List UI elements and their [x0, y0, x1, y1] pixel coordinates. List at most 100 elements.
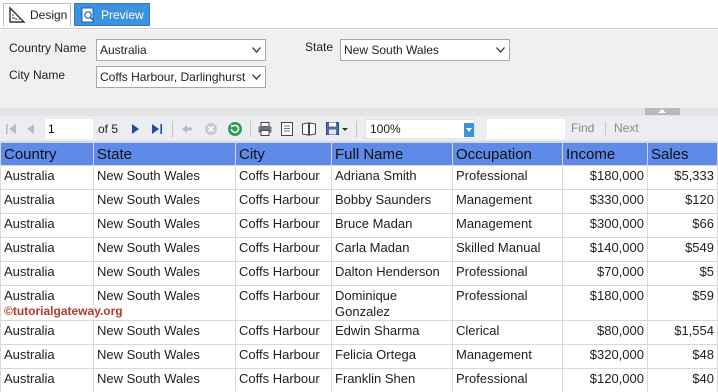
- zoom-dropdown-arrow[interactable]: [464, 123, 474, 137]
- table-cell: Management: [452, 189, 563, 214]
- table-cell: Coffs Harbour: [235, 368, 332, 392]
- country-name-dropdown[interactable]: Australia: [96, 39, 266, 61]
- table-cell: Dominique Gonzalez: [331, 285, 453, 321]
- state-dropdown[interactable]: New South Wales: [340, 39, 510, 61]
- zoom-dropdown[interactable]: 100%: [365, 119, 475, 139]
- table-cell: Coffs Harbour: [235, 237, 332, 262]
- table-cell: Professional: [452, 285, 563, 321]
- country-name-value: Australia: [100, 43, 147, 57]
- table-cell: Professional: [452, 261, 563, 286]
- table-cell: Australia: [0, 368, 94, 392]
- page-count-text: of 5: [98, 122, 119, 136]
- next-page-button[interactable]: [126, 120, 144, 138]
- page-setup-button[interactable]: [300, 120, 318, 138]
- column-header[interactable]: Full Name: [331, 142, 453, 166]
- table-cell: Management: [452, 213, 563, 238]
- back-arrow-icon: [182, 125, 192, 133]
- refresh-button[interactable]: [226, 120, 244, 138]
- table-cell: Carla Madan: [331, 237, 453, 262]
- last-page-button[interactable]: [148, 120, 166, 138]
- next-link[interactable]: Next: [614, 121, 639, 135]
- table-cell: $5,333: [647, 165, 718, 190]
- table-cell: $330,000: [562, 189, 648, 214]
- table-cell: $1,554: [647, 320, 718, 345]
- toolbar-separator: [250, 121, 251, 137]
- table-cell: New South Wales: [93, 368, 236, 392]
- print-layout-button[interactable]: [278, 120, 296, 138]
- tab-preview-label: Preview: [101, 7, 144, 22]
- table-cell: Management: [452, 344, 563, 369]
- last-page-icon: [152, 124, 162, 134]
- find-text-input[interactable]: [487, 119, 565, 139]
- table-cell: $5: [647, 261, 718, 286]
- table-cell: $320,000: [562, 344, 648, 369]
- parameter-panel: Country Name Australia State New South W…: [0, 30, 718, 108]
- table-cell: Professional: [452, 368, 563, 392]
- report-toolbar: of 5 100% Find Next: [0, 116, 718, 142]
- table-row: Australia New South Wales Coffs Harbour …: [0, 189, 718, 214]
- table-cell: Australia: [0, 189, 94, 214]
- stop-button[interactable]: [202, 120, 220, 138]
- find-link[interactable]: Find: [571, 121, 594, 135]
- next-page-icon: [132, 124, 139, 134]
- column-header[interactable]: City: [235, 142, 332, 166]
- table-cell: $180,000: [562, 285, 648, 321]
- table-cell: Dalton Henderson: [331, 261, 453, 286]
- export-button[interactable]: [324, 120, 350, 138]
- table-cell: New South Wales: [93, 165, 236, 190]
- chevron-down-icon: [496, 47, 505, 53]
- table-cell: Australia: [0, 344, 94, 369]
- column-header[interactable]: Country: [0, 142, 94, 166]
- table-cell: Adriana Smith: [331, 165, 453, 190]
- city-name-label: City Name: [9, 68, 66, 82]
- zoom-value: 100%: [370, 122, 401, 136]
- table-cell: New South Wales: [93, 237, 236, 262]
- table-cell: $300,000: [562, 213, 648, 238]
- table-cell: Bobby Saunders: [331, 189, 453, 214]
- preview-page-icon: [79, 6, 97, 24]
- table-cell: Coffs Harbour: [235, 344, 332, 369]
- toolbar-separator: [605, 122, 606, 135]
- table-cell: Skilled Manual: [452, 237, 563, 262]
- table-cell: Coffs Harbour: [235, 261, 332, 286]
- toolbar-separator: [172, 121, 173, 137]
- tab-design[interactable]: Design: [3, 3, 71, 26]
- print-button[interactable]: [256, 120, 274, 138]
- table-cell: $40: [647, 368, 718, 392]
- table-cell: $180,000: [562, 165, 648, 190]
- table-cell: Franklin Shen: [331, 368, 453, 392]
- city-name-dropdown[interactable]: Coffs Harbour, Darlinghurst: [96, 66, 266, 88]
- column-header[interactable]: Sales: [647, 142, 718, 166]
- table-cell: Professional: [452, 165, 563, 190]
- column-header[interactable]: Income: [562, 142, 648, 166]
- table-cell: New South Wales: [93, 189, 236, 214]
- table-cell: New South Wales: [93, 261, 236, 286]
- save-export-icon: [326, 122, 348, 135]
- design-ruler-icon: [8, 6, 26, 24]
- first-page-button[interactable]: [2, 120, 20, 138]
- table-cell: Coffs Harbour: [235, 189, 332, 214]
- refresh-icon: [228, 122, 242, 136]
- tab-preview[interactable]: Preview: [74, 3, 150, 26]
- column-header[interactable]: Occupation: [452, 142, 563, 166]
- table-cell: New South Wales: [93, 320, 236, 345]
- view-tabstrip: Design Preview: [0, 0, 718, 29]
- table-cell: Clerical: [452, 320, 563, 345]
- column-header[interactable]: State: [93, 142, 236, 166]
- page-setup-icon: [302, 122, 316, 136]
- table-cell: $59: [647, 285, 718, 321]
- table-cell: $549: [647, 237, 718, 262]
- chevron-down-icon: [252, 74, 261, 80]
- table-cell: Felicia Ortega: [331, 344, 453, 369]
- printer-icon: [258, 122, 272, 136]
- back-button[interactable]: [178, 120, 196, 138]
- current-page-input[interactable]: [45, 119, 93, 139]
- city-name-value: Coffs Harbour, Darlinghurst: [100, 70, 246, 84]
- table-cell: Coffs Harbour: [235, 285, 332, 321]
- collapse-parameters-button[interactable]: [645, 108, 680, 115]
- table-row: Australia New South Wales Coffs Harbour …: [0, 344, 718, 369]
- table-cell: Coffs Harbour: [235, 213, 332, 238]
- previous-page-button[interactable]: [22, 120, 40, 138]
- table-row: Australia New South Wales Coffs Harbour …: [0, 368, 718, 392]
- country-name-label: Country Name: [9, 41, 87, 55]
